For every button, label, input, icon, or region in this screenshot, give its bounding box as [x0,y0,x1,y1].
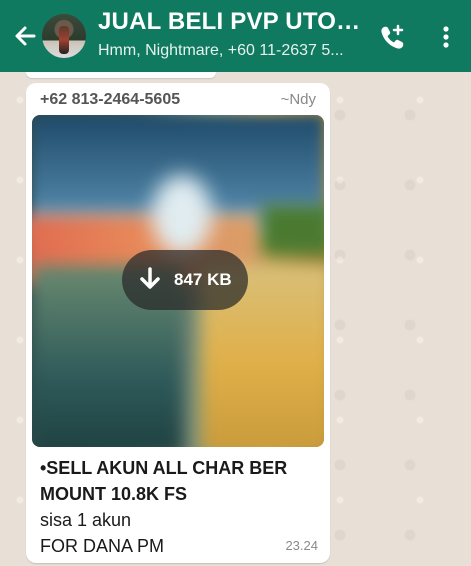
caption-line: MOUNT 10.8K FS [40,484,188,504]
chat-title[interactable]: JUAL BELI PVP UTOPI... [98,8,368,36]
download-button[interactable]: 847 KB [122,250,248,310]
image-preview[interactable]: 847 KB [32,115,324,447]
group-avatar[interactable] [42,14,86,58]
add-call-button[interactable] [378,22,408,52]
message-bubble[interactable]: +62 813-2464-5605 ~Ndy 847 KB •SELL AKUN… [26,83,330,563]
caption-line: •SELL AKUN ALL CHAR BER [40,458,288,478]
download-size: 847 KB [174,270,232,289]
sender-alias: ~Ndy [280,91,316,108]
group-avatar-icon [59,26,69,54]
caption-line: FOR DANA PM [40,536,165,556]
more-options-button[interactable] [436,22,456,52]
add-call-icon [381,24,404,49]
back-arrow-icon [15,26,36,46]
message-timestamp: 23.24 [285,538,318,553]
more-options-icon [443,26,449,48]
sender-phone[interactable]: +62 813-2464-5605 [40,91,180,109]
download-icon [140,267,160,289]
previous-message-bubble [26,72,216,78]
message-caption: •SELL AKUN ALL CHAR BER MOUNT 10.8K FS s… [40,455,320,559]
chat-participants[interactable]: Hmm, Nightmare, +60 11-2637 5... [98,42,363,60]
chat-header: JUAL BELI PVP UTOPI... Hmm, Nightmare, +… [0,0,471,72]
caption-line: sisa 1 akun [40,510,132,530]
back-button[interactable] [10,18,40,54]
